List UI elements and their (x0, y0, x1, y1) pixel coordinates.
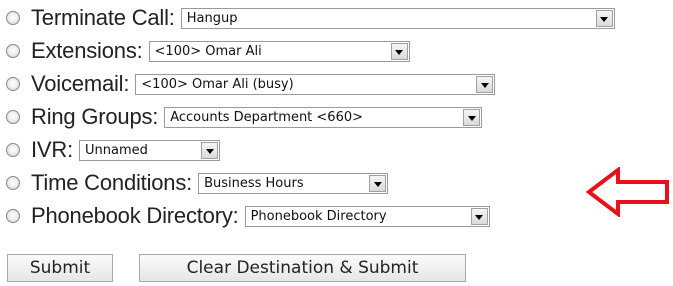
label-voicemail: Voicemail: (31, 71, 130, 96)
chevron-down-icon[interactable] (476, 75, 494, 93)
label-terminate-call: Terminate Call: (31, 5, 175, 30)
radio-time-conditions[interactable] (6, 176, 20, 190)
select-terminate-call[interactable]: Hangup (180, 7, 615, 29)
select-voicemail-value: <100> Omar Ali (busy) (141, 76, 294, 92)
destination-row-terminate-call: Terminate Call: Hangup (6, 2, 615, 34)
select-time-conditions[interactable]: Business Hours (198, 172, 389, 194)
label-time-conditions: Time Conditions: (31, 170, 193, 195)
radio-phonebook-directory[interactable] (6, 209, 20, 223)
submit-button[interactable]: Submit (7, 254, 113, 282)
clear-destination-submit-button[interactable]: Clear Destination & Submit (139, 254, 466, 282)
select-ivr-value: Unnamed (85, 142, 148, 158)
select-ivr[interactable]: Unnamed (79, 139, 220, 161)
radio-voicemail[interactable] (6, 77, 20, 91)
select-extensions[interactable]: <100> Omar Ali (148, 40, 410, 62)
destination-row-extensions: Extensions: <100> Omar Ali (6, 35, 410, 67)
select-extensions-value: <100> Omar Ali (154, 43, 262, 59)
destination-row-voicemail: Voicemail: <100> Omar Ali (busy) (6, 68, 496, 100)
chevron-down-icon[interactable] (390, 42, 408, 60)
chevron-down-icon[interactable] (470, 207, 488, 225)
chevron-down-icon[interactable] (595, 9, 613, 27)
chevron-down-icon[interactable] (369, 174, 387, 192)
label-extensions: Extensions: (31, 38, 143, 63)
radio-ivr[interactable] (6, 143, 20, 157)
destination-row-phonebook-directory: Phonebook Directory: Phonebook Directory (6, 200, 490, 232)
label-phonebook-directory: Phonebook Directory: (31, 203, 239, 228)
select-time-conditions-value: Business Hours (204, 175, 304, 191)
radio-terminate-call[interactable] (6, 11, 20, 25)
select-ring-groups[interactable]: Accounts Department <660> (164, 106, 483, 128)
destination-row-ring-groups: Ring Groups: Accounts Department <660> (6, 101, 483, 133)
chevron-down-icon[interactable] (201, 141, 218, 159)
destination-row-time-conditions: Time Conditions: Business Hours (6, 167, 389, 199)
chevron-down-icon[interactable] (463, 108, 481, 126)
label-ivr: IVR: (31, 137, 73, 162)
radio-ring-groups[interactable] (6, 110, 20, 124)
left-arrow-icon (586, 167, 669, 217)
select-terminate-call-value: Hangup (186, 10, 238, 26)
select-phonebook-directory-value: Phonebook Directory (250, 208, 387, 224)
select-phonebook-directory[interactable]: Phonebook Directory (244, 205, 490, 227)
destination-row-ivr: IVR: Unnamed (6, 134, 220, 166)
select-voicemail[interactable]: <100> Omar Ali (busy) (135, 73, 496, 95)
radio-extensions[interactable] (6, 44, 20, 58)
label-ring-groups: Ring Groups: (31, 104, 159, 129)
select-ring-groups-value: Accounts Department <660> (170, 109, 364, 125)
